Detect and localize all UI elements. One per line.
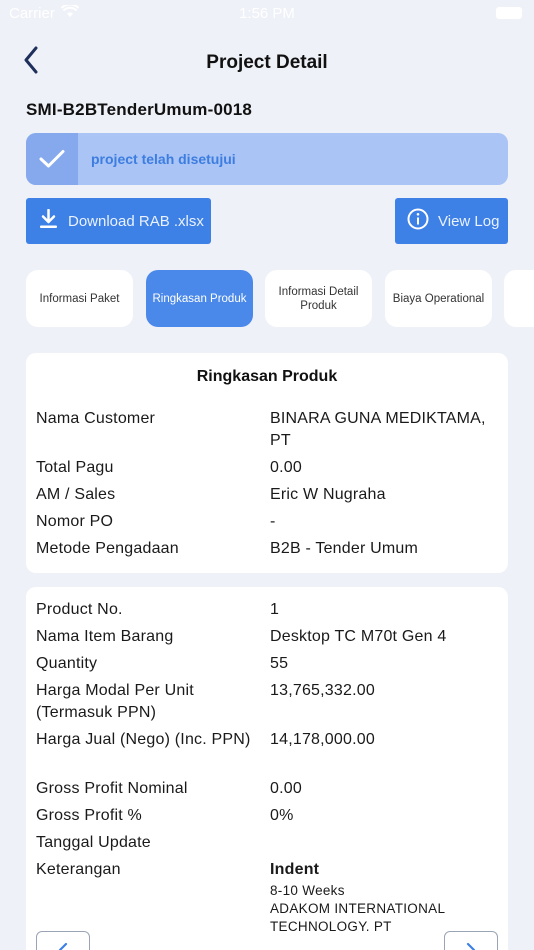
card-title: Ringkasan Produk [196, 368, 338, 385]
download-rab-button[interactable]: Download RAB .xlsx [26, 198, 211, 244]
row-value: 0% [270, 807, 294, 824]
tab-next-partial[interactable] [504, 270, 534, 327]
tab-label: Ringkasan Produk [152, 292, 247, 305]
page-title: Project Detail [206, 52, 328, 73]
row-value: 1 [270, 601, 280, 618]
info-icon [407, 208, 429, 234]
view-log-button[interactable]: View Log [395, 198, 508, 244]
row-value: 0.00 [270, 459, 302, 476]
row-label: Product No. [36, 601, 123, 618]
row-label: Nama Item Barang [36, 628, 174, 645]
tab-bar: Informasi Paket Ringkasan Produk Informa… [26, 270, 534, 327]
checkmark-icon [26, 133, 78, 185]
row-label: Nomor PO [36, 513, 114, 530]
row-label: Harga Jual (Nego) (Inc. PPN) [36, 731, 251, 748]
tab-label: Informasi Paket [39, 292, 120, 305]
product-row-keterangan: Keterangan Indent 8-10 Weeks ADAKOM INTE… [36, 859, 498, 939]
approval-message: project telah disetujui [91, 151, 236, 167]
row-value: 0.00 [270, 780, 302, 797]
row-value: BINARA GUNA MEDIKTAMA, PT [270, 410, 486, 449]
download-label: Download RAB .xlsx [68, 212, 204, 230]
summary-card: Ringkasan Produk Nama Customer BINARA GU… [26, 353, 508, 573]
tab-label: Biaya Operational [392, 292, 485, 305]
row-label: Gross Profit Nominal [36, 780, 188, 797]
row-value: B2B - Tender Umum [270, 540, 419, 557]
status-bar: Carrier 1:56 PM [0, 0, 534, 28]
battery-icon [496, 7, 522, 19]
row-value: Indent [270, 861, 320, 878]
project-code: SMI-B2BTenderUmum-0018 [26, 100, 253, 119]
tab-biaya-operational[interactable]: Biaya Operational [385, 270, 492, 327]
next-product-button[interactable] [444, 931, 498, 950]
tab-informasi-paket[interactable]: Informasi Paket [26, 270, 133, 327]
row-value: Desktop TC M70t Gen 4 [270, 628, 447, 645]
row-label: Harga Modal Per Unit (Termasuk PPN) [36, 682, 194, 721]
row-value: 13,765,332.00 [270, 682, 375, 699]
chevron-right-icon [465, 942, 477, 950]
row-label: Nama Customer [36, 410, 156, 427]
tab-label: Informasi Detail Produk [278, 285, 359, 312]
tab-informasi-detail-produk[interactable]: Informasi Detail Produk [265, 270, 372, 327]
row-label: Metode Pengadaan [36, 540, 179, 557]
row-value: Eric W Nugraha [270, 486, 386, 503]
row-label: Total Pagu [36, 459, 114, 476]
status-time: 1:56 PM [239, 5, 295, 22]
row-label: Gross Profit % [36, 807, 142, 824]
view-log-label: View Log [438, 212, 500, 230]
nav-bar: Project Detail [0, 40, 534, 84]
download-icon [39, 208, 58, 233]
product-card: Product No. 1 Nama Item Barang Desktop T… [26, 587, 508, 950]
keterangan-duration: 8-10 Weeks [270, 883, 345, 898]
chevron-left-icon [57, 942, 69, 950]
previous-product-button[interactable] [36, 931, 90, 950]
row-value: 55 [270, 655, 289, 672]
tab-ringkasan-produk[interactable]: Ringkasan Produk [146, 270, 253, 327]
row-label: Quantity [36, 655, 98, 672]
row-label: Tanggal Update [36, 834, 151, 851]
row-value: - [270, 513, 276, 530]
row-label: AM / Sales [36, 486, 116, 503]
row-value: 14,178,000.00 [270, 731, 375, 748]
approval-banner: project telah disetujui [26, 133, 508, 185]
row-label: Keterangan [36, 861, 121, 878]
